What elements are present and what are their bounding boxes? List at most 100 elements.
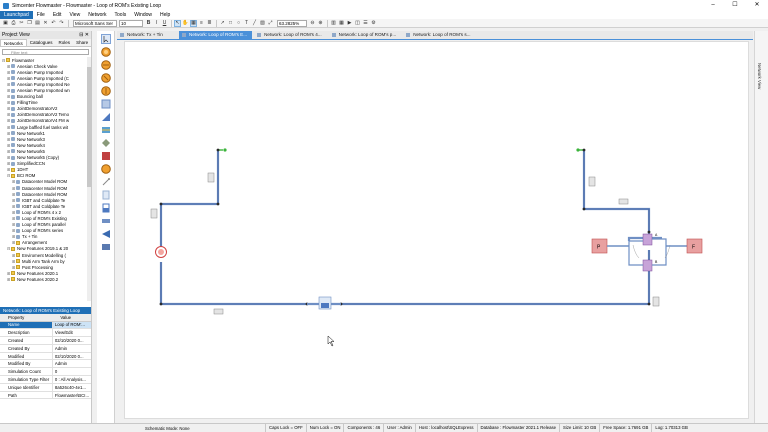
menu-file[interactable]: File — [33, 11, 49, 19]
tab-share[interactable]: Share — [73, 39, 91, 46]
line-icon[interactable]: ╱ — [251, 20, 258, 27]
canvas-scrollbar[interactable] — [749, 41, 753, 419]
property-value[interactable]: Admin — [51, 344, 91, 353]
tank-icon[interactable] — [100, 202, 112, 213]
menu-launchpad[interactable]: Launchpad — [0, 11, 33, 19]
table-icon[interactable]: ▦ — [338, 20, 345, 27]
doc-tab-tx-tin[interactable]: Network: Tx + Tin — [117, 31, 177, 39]
print-icon[interactable]: ⎙ — [10, 20, 17, 27]
property-value[interactable]: Admin — [51, 359, 91, 369]
fan-icon[interactable] — [100, 59, 112, 70]
property-row[interactable]: Modified 02/10/2020 0... — [0, 352, 91, 361]
tab-networks[interactable]: Networks — [0, 39, 27, 46]
nodes[interactable] — [159, 148, 651, 306]
chart-icon[interactable]: ▥ — [330, 20, 337, 27]
pointer-icon[interactable]: ↖ — [174, 19, 181, 27]
zoom-select[interactable]: 63.2825% — [277, 19, 307, 27]
minimize-button[interactable]: – — [702, 0, 724, 11]
compressor-icon[interactable] — [100, 72, 112, 83]
settings-icon[interactable]: ⚙ — [370, 20, 377, 27]
rom-cluster[interactable]: P A B F — [591, 233, 703, 272]
pump-icon[interactable] — [100, 46, 112, 57]
property-value[interactable]: 02/10/2020 0... — [51, 352, 91, 361]
save-icon[interactable]: ▣ — [2, 20, 9, 27]
fit-icon[interactable]: ⤢ — [267, 20, 274, 27]
menu-tools[interactable]: Tools — [111, 11, 131, 19]
probe-icon[interactable] — [100, 176, 112, 187]
accumulator-icon[interactable] — [100, 241, 112, 252]
doc-tab-series[interactable]: Network: Loop of ROM's s... — [403, 31, 475, 39]
font-size-select[interactable]: 10 — [119, 19, 143, 27]
redo-icon[interactable]: ↷ — [58, 20, 65, 27]
delete-icon[interactable]: ✕ — [42, 20, 49, 27]
text-icon[interactable]: T — [243, 20, 250, 27]
rectangle-icon[interactable]: □ — [227, 20, 234, 27]
property-row[interactable]: Path Flowmaster\BCI... — [0, 391, 91, 400]
heat-exchanger-icon[interactable] — [100, 124, 112, 135]
property-value[interactable]: 0 : All Analysis... — [51, 375, 91, 384]
run-icon[interactable]: ▶ — [346, 20, 353, 27]
pump-component[interactable] — [155, 246, 167, 258]
network-canvas[interactable]: P A B F — [124, 41, 749, 419]
doc-tab-existing-loop[interactable]: Network: Loop of ROM's E... — [179, 31, 253, 39]
maximize-button[interactable]: ☐ — [724, 0, 746, 11]
turbine-icon[interactable] — [100, 85, 112, 96]
undo-icon[interactable]: ↶ — [50, 20, 57, 27]
orifice-icon[interactable] — [100, 215, 112, 226]
zoom-in-icon[interactable]: ⊕ — [317, 20, 324, 27]
property-row[interactable]: Simulation Count 0 — [0, 367, 91, 377]
doc-tab-4x2[interactable]: Network: Loop of ROM's 4... — [254, 31, 327, 39]
close-button[interactable]: ✕ — [746, 0, 768, 11]
zoom-out-icon[interactable]: ⊖ — [309, 20, 316, 27]
property-value[interactable]: View/Edit — [51, 328, 91, 338]
ellipse-icon[interactable]: ○ — [235, 20, 242, 27]
tree-scroll-thumb[interactable] — [87, 67, 91, 187]
property-value[interactable]: 02/10/2020 0... — [51, 336, 91, 345]
property-value[interactable]: 8a526c40-4e1... — [51, 383, 91, 392]
italic-icon[interactable]: I — [153, 20, 160, 27]
property-row[interactable]: Unique Identifier 8a526c40-4e1... — [0, 383, 91, 392]
source-icon[interactable] — [100, 163, 112, 174]
menu-edit[interactable]: Edit — [49, 11, 66, 19]
paste-icon[interactable]: ▤ — [34, 20, 41, 27]
reservoir-icon[interactable] — [100, 150, 112, 161]
bold-icon[interactable]: B — [145, 20, 152, 27]
cut-icon[interactable]: ✂ — [18, 20, 25, 27]
font-family-select[interactable]: Microsoft Sans Ser — [73, 19, 117, 27]
valve-icon[interactable] — [100, 137, 112, 148]
image-icon[interactable]: ▧ — [259, 20, 266, 27]
pointer-tool-icon[interactable] — [100, 33, 112, 44]
property-row[interactable]: Created By Admin — [0, 344, 91, 353]
elbow-icon[interactable] — [100, 111, 112, 122]
results-icon[interactable]: ◫ — [354, 20, 361, 27]
gauge-icon[interactable] — [100, 189, 112, 200]
doc-tab-parallel[interactable]: Network: Loop of ROM's p... — [329, 31, 402, 39]
close-panel-icon[interactable]: ✕ — [85, 32, 89, 38]
tank-component[interactable] — [307, 296, 341, 310]
tree-item[interactable]: ⊞ New Features 2020.2 — [0, 276, 91, 282]
menu-network[interactable]: Network — [84, 11, 110, 19]
tab-catalogues[interactable]: Catalogues — [27, 39, 56, 46]
align-icon[interactable]: ≡ — [198, 20, 205, 27]
schematic-diagram[interactable]: P A B F — [125, 42, 750, 420]
tree-scrollbar[interactable] — [87, 57, 91, 301]
property-value[interactable]: Flowmaster\BCI... — [51, 391, 91, 400]
pipe-icon[interactable] — [100, 98, 112, 109]
filter-input[interactable]: Filter text — [2, 49, 89, 55]
property-row[interactable]: Name Loop of ROM'... — [0, 321, 91, 330]
property-value[interactable]: 0 — [51, 367, 91, 377]
controller-icon[interactable] — [100, 228, 112, 239]
copy-icon[interactable]: ❐ — [26, 20, 33, 27]
layers-icon[interactable]: ☰ — [362, 20, 369, 27]
property-row[interactable]: Description View/Edit — [0, 328, 91, 338]
menu-view[interactable]: View — [65, 11, 84, 19]
hand-icon[interactable]: ✋ — [182, 20, 189, 27]
gauge-labels[interactable] — [150, 172, 660, 315]
tab-roles[interactable]: Roles — [56, 39, 74, 46]
property-value[interactable]: Loop of ROM'... — [51, 321, 91, 330]
underline-icon[interactable]: U — [161, 20, 168, 27]
align-center-icon[interactable]: ≣ — [206, 20, 213, 27]
grid-icon[interactable]: ▦ — [190, 19, 197, 27]
property-row[interactable]: Modified By Admin — [0, 359, 91, 369]
property-row[interactable]: Created 02/10/2020 0... — [0, 336, 91, 345]
